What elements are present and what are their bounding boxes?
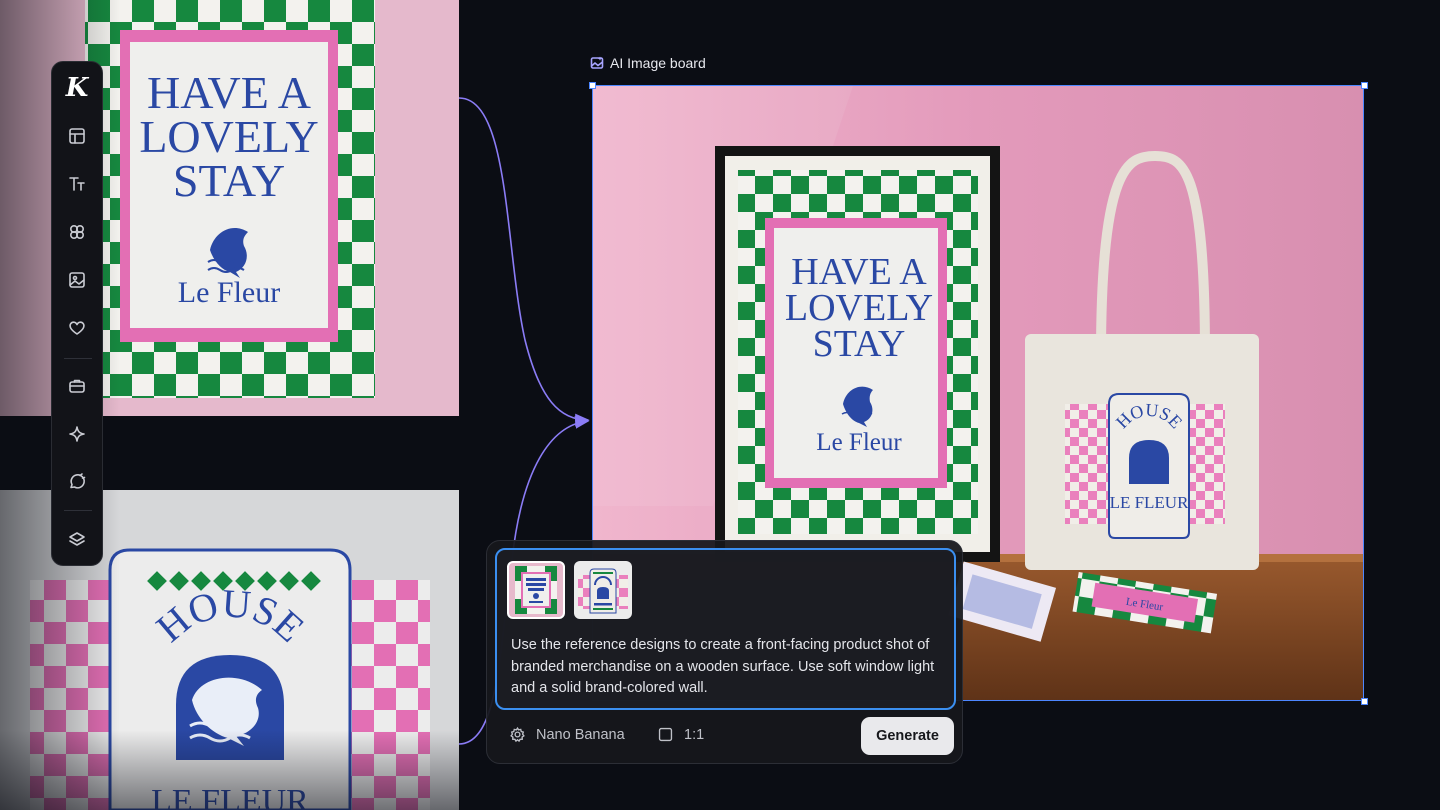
board-poster-line-3: STAY — [813, 323, 906, 365]
layout-icon — [69, 128, 85, 144]
board-label[interactable]: AI Image board — [590, 54, 706, 72]
square-ratio-icon — [658, 727, 673, 742]
gear-icon — [510, 726, 525, 743]
house-thumbnail-art — [578, 568, 628, 614]
sparkle-icon — [69, 426, 85, 442]
logo-glyph: K — [65, 73, 89, 103]
resize-handle-top-left[interactable] — [589, 82, 596, 89]
heart-icon — [69, 321, 85, 335]
tool-layers[interactable] — [52, 520, 102, 560]
tool-layout[interactable] — [52, 116, 102, 156]
board-title: AI Image board — [610, 55, 706, 71]
prompt-footer: Nano Banana 1:1 Generate — [487, 716, 964, 760]
prompt-text[interactable]: Use the reference designs to create a fr… — [511, 635, 941, 700]
tool-comments[interactable] — [52, 462, 102, 502]
prompt-panel: Use the reference designs to create a fr… — [486, 540, 963, 764]
components-icon — [69, 224, 85, 240]
resize-handle-top-right[interactable] — [1361, 82, 1368, 89]
tool-assets[interactable] — [52, 366, 102, 406]
reference-thumbnail-house[interactable] — [574, 561, 632, 619]
left-toolbar: K — [51, 61, 103, 566]
tool-components[interactable] — [52, 212, 102, 252]
layers-icon — [69, 532, 85, 546]
prompt-input-box[interactable]: Use the reference designs to create a fr… — [495, 548, 956, 710]
tool-image[interactable] — [52, 260, 102, 300]
app-logo[interactable]: K — [52, 68, 102, 108]
aspect-ratio-value: 1:1 — [684, 726, 705, 743]
poster-thumbnail-art — [515, 566, 557, 614]
aspect-ratio-selector[interactable]: 1:1 — [657, 726, 704, 743]
dolphin-icon — [189, 677, 262, 746]
resize-handle-bottom-right[interactable] — [1361, 698, 1368, 705]
comment-icon — [70, 473, 86, 489]
tote-brand: LE FLEUR — [1110, 493, 1190, 512]
house-brand: LE FLEUR — [151, 783, 309, 810]
board-poster-brand: Le Fleur — [816, 429, 902, 456]
generate-button[interactable]: Generate — [861, 717, 954, 755]
connector-top — [458, 97, 590, 427]
model-selector[interactable]: Nano Banana — [509, 726, 625, 743]
text-icon — [69, 177, 85, 191]
briefcase-icon — [69, 379, 85, 393]
toolbar-divider — [64, 510, 92, 511]
poster-brand: Le Fleur — [178, 276, 280, 309]
ai-image-icon — [590, 56, 604, 69]
image-icon — [69, 272, 85, 288]
reference-thumbnail-poster[interactable] — [507, 561, 565, 619]
tool-favorites[interactable] — [52, 308, 102, 348]
tool-ai[interactable] — [52, 414, 102, 454]
toolbar-divider — [64, 358, 92, 359]
tool-text[interactable] — [52, 164, 102, 204]
model-name: Nano Banana — [536, 726, 625, 743]
poster-line-3: STAY — [173, 155, 285, 206]
